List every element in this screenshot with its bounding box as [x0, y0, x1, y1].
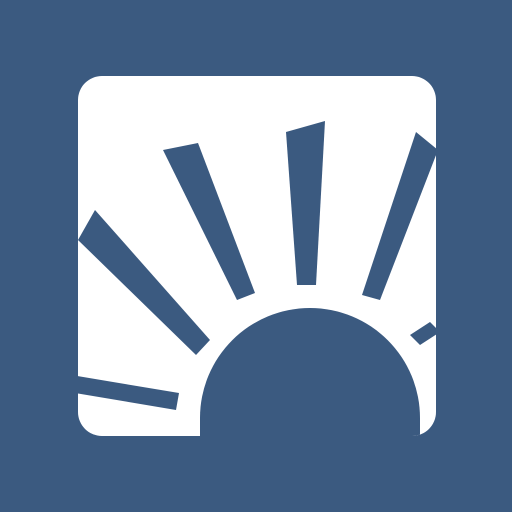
sunrise-icon — [0, 0, 512, 512]
app-icon-canvas — [0, 0, 512, 512]
